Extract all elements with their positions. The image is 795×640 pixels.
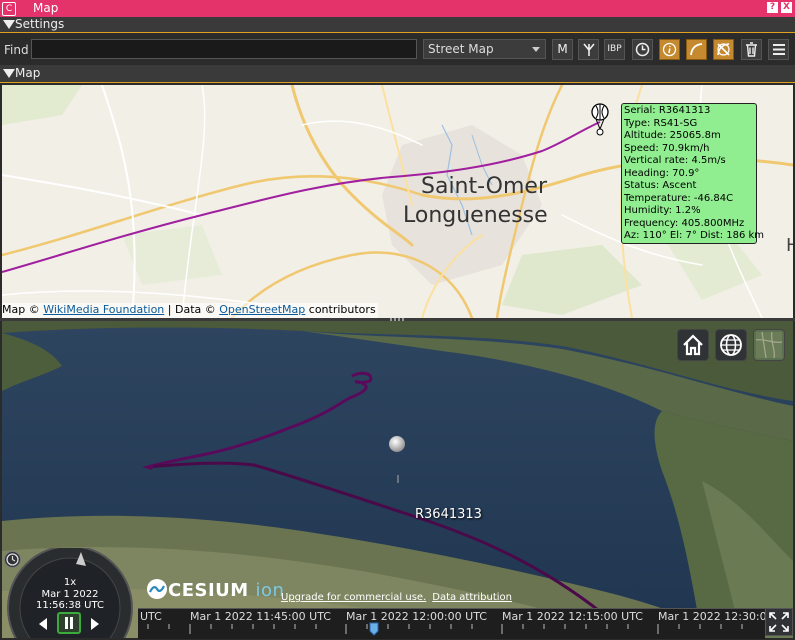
- scene-mode-button[interactable]: [715, 329, 747, 361]
- home-icon: [683, 334, 703, 356]
- edge-map-label: H: [786, 235, 793, 256]
- info-vertical-rate: Vertical rate: 4.5m/s: [624, 155, 726, 166]
- info-heading: Heading: 70.9°: [624, 167, 700, 179]
- info-status: Status: Ascent: [624, 180, 697, 191]
- info-button[interactable]: [659, 39, 680, 60]
- attribution-middle: | Data ©: [164, 303, 220, 316]
- timeline-needle[interactable]: [368, 621, 380, 637]
- help-button[interactable]: ?: [767, 2, 778, 13]
- no-track-button[interactable]: [713, 39, 734, 60]
- find-input[interactable]: [31, 39, 417, 59]
- city-label-longuenesse: Longuenesse: [403, 203, 548, 228]
- balloon-3d-label: R3641313: [415, 507, 482, 522]
- map-style-value: Street Map: [428, 42, 494, 56]
- data-attribution-link[interactable]: Data attribution: [432, 592, 512, 603]
- info-az-el-dist: Az: 110° El: 7° Dist: 186 km: [624, 230, 765, 241]
- cesium-ion-logo[interactable]: CESIUM ion: [146, 578, 284, 601]
- timeline[interactable]: UTC Mar 1 2022 11:45:00 UTC Mar 1 2022 1…: [138, 608, 774, 639]
- info-serial: Serial: R3641313: [624, 105, 711, 116]
- window-title: Map: [33, 1, 59, 15]
- cesium-credits: Upgrade for commercial use. Data attribut…: [281, 592, 518, 603]
- menu-icon: [772, 44, 785, 55]
- antenna-button[interactable]: [578, 39, 599, 60]
- play-icon: [91, 618, 99, 630]
- antenna-icon: [582, 43, 595, 56]
- info-humidity: Humidity: 1.2%: [624, 205, 701, 216]
- m-button[interactable]: M: [552, 39, 573, 60]
- title-bar: C Map ? X: [0, 0, 795, 17]
- fullscreen-button[interactable]: [765, 608, 793, 636]
- animation-clock-widget: 1x Mar 1 2022 11:56:38 UTC: [0, 548, 140, 638]
- cesium-logo-text: CESIUM: [168, 580, 249, 601]
- timeline-tick-label: Mar 1 2022 11:45:00 UTC: [190, 610, 331, 623]
- balloon-info-box: Serial: R3641313 Type: RS41-SG Altitude:…: [621, 103, 765, 244]
- wikimedia-link[interactable]: WikiMedia Foundation: [43, 303, 164, 316]
- no-track-icon: [717, 43, 730, 56]
- timeline-needle-icon: [369, 622, 379, 636]
- balloon-3d-marker[interactable]: [389, 436, 405, 452]
- timeline-tick-label: Mar 1 2022 12:30:00: [658, 610, 774, 623]
- timeline-tick-label: Mar 1 2022 12:15:00 UTC: [502, 610, 643, 623]
- trash-icon: [746, 42, 757, 57]
- toolbar: Find Street Map M IBP: [0, 36, 795, 64]
- arc-button[interactable]: [686, 39, 707, 60]
- ibp-button[interactable]: IBP: [604, 39, 625, 60]
- pause-icon: [65, 617, 73, 629]
- delete-button[interactable]: [741, 39, 762, 60]
- city-label-saint-omer: Saint-Omer: [421, 174, 548, 199]
- timeline-ticks: [147, 624, 743, 634]
- play-reverse-button[interactable]: [34, 614, 52, 634]
- info-type: Type: RS41-SG: [624, 117, 698, 129]
- clock-speed: 1x: [63, 577, 77, 588]
- info-altitude: Altitude: 25065.8m: [624, 130, 721, 141]
- settings-label: Settings: [15, 17, 65, 31]
- globe-icon: [720, 334, 742, 356]
- map-section-header[interactable]: Map: [0, 65, 795, 83]
- play-forward-button[interactable]: [86, 614, 104, 634]
- clock-date: Mar 1 2022: [41, 589, 99, 600]
- timeline-tick-label: UTC: [140, 610, 162, 623]
- upgrade-link[interactable]: Upgrade for commercial use.: [281, 592, 426, 603]
- app-icon: C: [2, 2, 16, 16]
- m-button-label: M: [557, 42, 568, 56]
- attribution-suffix: contributors: [305, 303, 376, 316]
- collapse-triangle-icon: [3, 20, 15, 29]
- pause-button[interactable]: [57, 612, 81, 634]
- settings-section-header[interactable]: Settings: [0, 17, 795, 33]
- clock-time: 11:56:38 UTC: [36, 600, 104, 611]
- info-temperature: Temperature: -46.84C: [624, 192, 734, 204]
- fullscreen-icon: [769, 612, 789, 632]
- close-button[interactable]: X: [781, 2, 792, 13]
- chevron-down-icon: [532, 47, 540, 52]
- openstreetmap-link[interactable]: OpenStreetMap: [219, 303, 305, 316]
- clock-icon: [635, 42, 650, 57]
- cesium-logo-icon: [147, 579, 167, 599]
- map-style-select[interactable]: Street Map: [423, 39, 546, 59]
- attribution-prefix: Map ©: [2, 303, 44, 316]
- ibp-button-label: IBP: [607, 44, 622, 54]
- clock-button[interactable]: [632, 39, 653, 60]
- menu-button[interactable]: [768, 39, 789, 60]
- clock-icon: [6, 553, 19, 566]
- play-reverse-icon: [39, 618, 47, 630]
- map-attribution: Map © WikiMedia Foundation | Data © Open…: [2, 303, 378, 318]
- info-speed: Speed: 70.9km/h: [624, 142, 710, 154]
- map-section-label: Map: [15, 66, 41, 80]
- info-icon: [662, 42, 677, 57]
- info-frequency: Frequency: 405.800MHz: [624, 217, 745, 229]
- find-label: Find: [4, 43, 29, 57]
- imagery-layer-icon: [755, 331, 783, 359]
- collapse-triangle-icon: [3, 69, 15, 78]
- home-button[interactable]: [677, 329, 709, 361]
- base-layer-picker-button[interactable]: [753, 329, 785, 361]
- arc-icon: [690, 43, 703, 56]
- clock-mode-button[interactable]: [4, 551, 21, 568]
